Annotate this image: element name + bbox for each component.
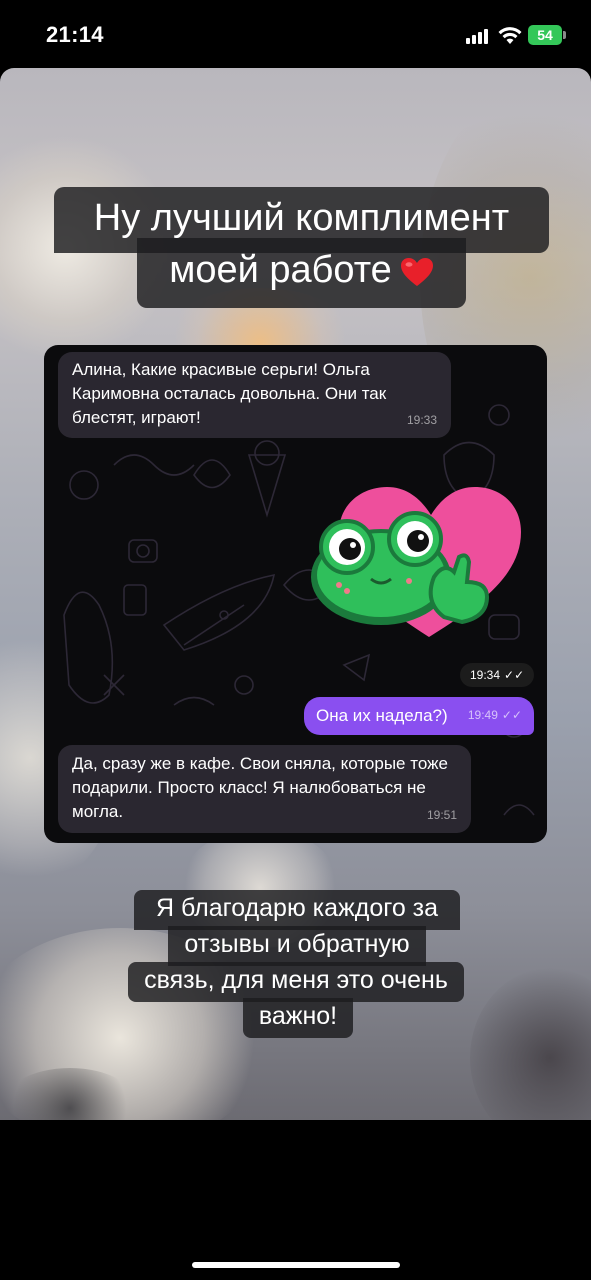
- sticker-time-badge: 19:34 ✓✓: [460, 663, 535, 687]
- incoming-message-bubble[interactable]: Алина, Какие красивые серьги! Ольга Кари…: [58, 352, 451, 438]
- frog-heart-sticker[interactable]: [299, 477, 524, 645]
- story-caption-bottom-line-3: связь, для меня это очень: [128, 962, 464, 1002]
- status-time: 21:14: [46, 22, 104, 47]
- message-time: 19:49 ✓✓: [467, 708, 522, 722]
- message-text: Да, сразу же в кафе. Свои сняла, которые…: [72, 754, 448, 821]
- wifi-icon: [498, 27, 522, 44]
- outgoing-message-bubble[interactable]: Она их надела?) 19:49 ✓✓: [304, 697, 534, 735]
- incoming-message-bubble[interactable]: Да, сразу же в кафе. Свои сняла, которые…: [58, 745, 471, 833]
- read-checkmarks-icon: ✓✓: [501, 708, 522, 722]
- red-heart-icon: [400, 257, 433, 286]
- story-caption-top-line-2: моей работе: [137, 238, 466, 308]
- screen: 21:14 54 Ну лучший комплимент моей работ…: [0, 0, 591, 1280]
- story-caption-bottom-line-4: важно!: [243, 998, 353, 1038]
- story-caption-bottom-line-2: отзывы и обратную: [168, 926, 426, 966]
- message-text: Она их надела?): [316, 706, 448, 725]
- chat-screenshot: Алина, Какие красивые серьги! Ольга Кари…: [44, 345, 547, 843]
- home-indicator[interactable]: [192, 1262, 400, 1268]
- battery-icon: 54: [528, 25, 566, 45]
- story-caption-bottom-line-1: Я благодарю каждого за: [134, 890, 460, 930]
- battery-level: 54: [528, 25, 562, 45]
- status-bar: 21:14 54: [0, 0, 591, 68]
- message-time: 19:33: [406, 413, 437, 427]
- message-time: 19:51: [426, 808, 457, 822]
- read-checkmarks-icon: ✓✓: [504, 668, 525, 682]
- signal-icon: [466, 28, 490, 44]
- message-text: Алина, Какие красивые серьги! Ольга Кари…: [72, 360, 387, 427]
